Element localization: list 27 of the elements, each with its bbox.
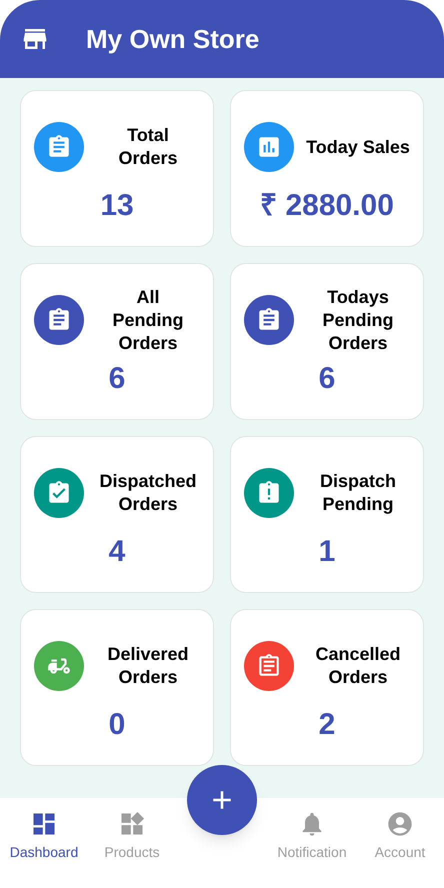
card-value: 13 (100, 191, 134, 221)
app-title: My Own Store (86, 22, 260, 56)
card-value: 0 (108, 710, 126, 740)
stat-card[interactable]: Total Orders 13 (20, 90, 214, 247)
card-title: Cancelled Orders (314, 643, 402, 689)
card-title: Delivered Orders (106, 643, 190, 689)
card-value: 4 (108, 537, 126, 567)
card-value: ₹ 2880.00 (260, 191, 394, 221)
card-title: Dispatch Pending (318, 470, 398, 516)
stat-card[interactable]: All Pending Orders 6 (20, 263, 214, 420)
account-icon (386, 810, 414, 838)
card-title: Dispatched Orders (98, 470, 198, 516)
stat-card[interactable]: Dispatched Orders 4 (20, 436, 214, 593)
card-value: 1 (318, 537, 336, 567)
stat-card[interactable]: Delivered Orders 0 (20, 609, 214, 766)
card-value: 6 (318, 364, 336, 394)
card-title: All Pending Orders (112, 286, 184, 354)
stat-card[interactable]: Today Sales ₹ 2880.00 (230, 90, 424, 247)
card-title: Today Sales (306, 136, 410, 158)
stat-card[interactable]: Cancelled Orders 2 (230, 609, 424, 766)
nav-tab[interactable]: Dashboard (0, 810, 88, 863)
stat-card[interactable]: Todays Pending Orders 6 (230, 263, 424, 420)
card-title: Total Orders (117, 124, 179, 170)
card-value: 2 (318, 710, 336, 740)
stat-card[interactable]: Dispatch Pending 1 (230, 436, 424, 593)
card-value: 6 (108, 364, 126, 394)
card-title: Todays Pending Orders (322, 286, 394, 354)
